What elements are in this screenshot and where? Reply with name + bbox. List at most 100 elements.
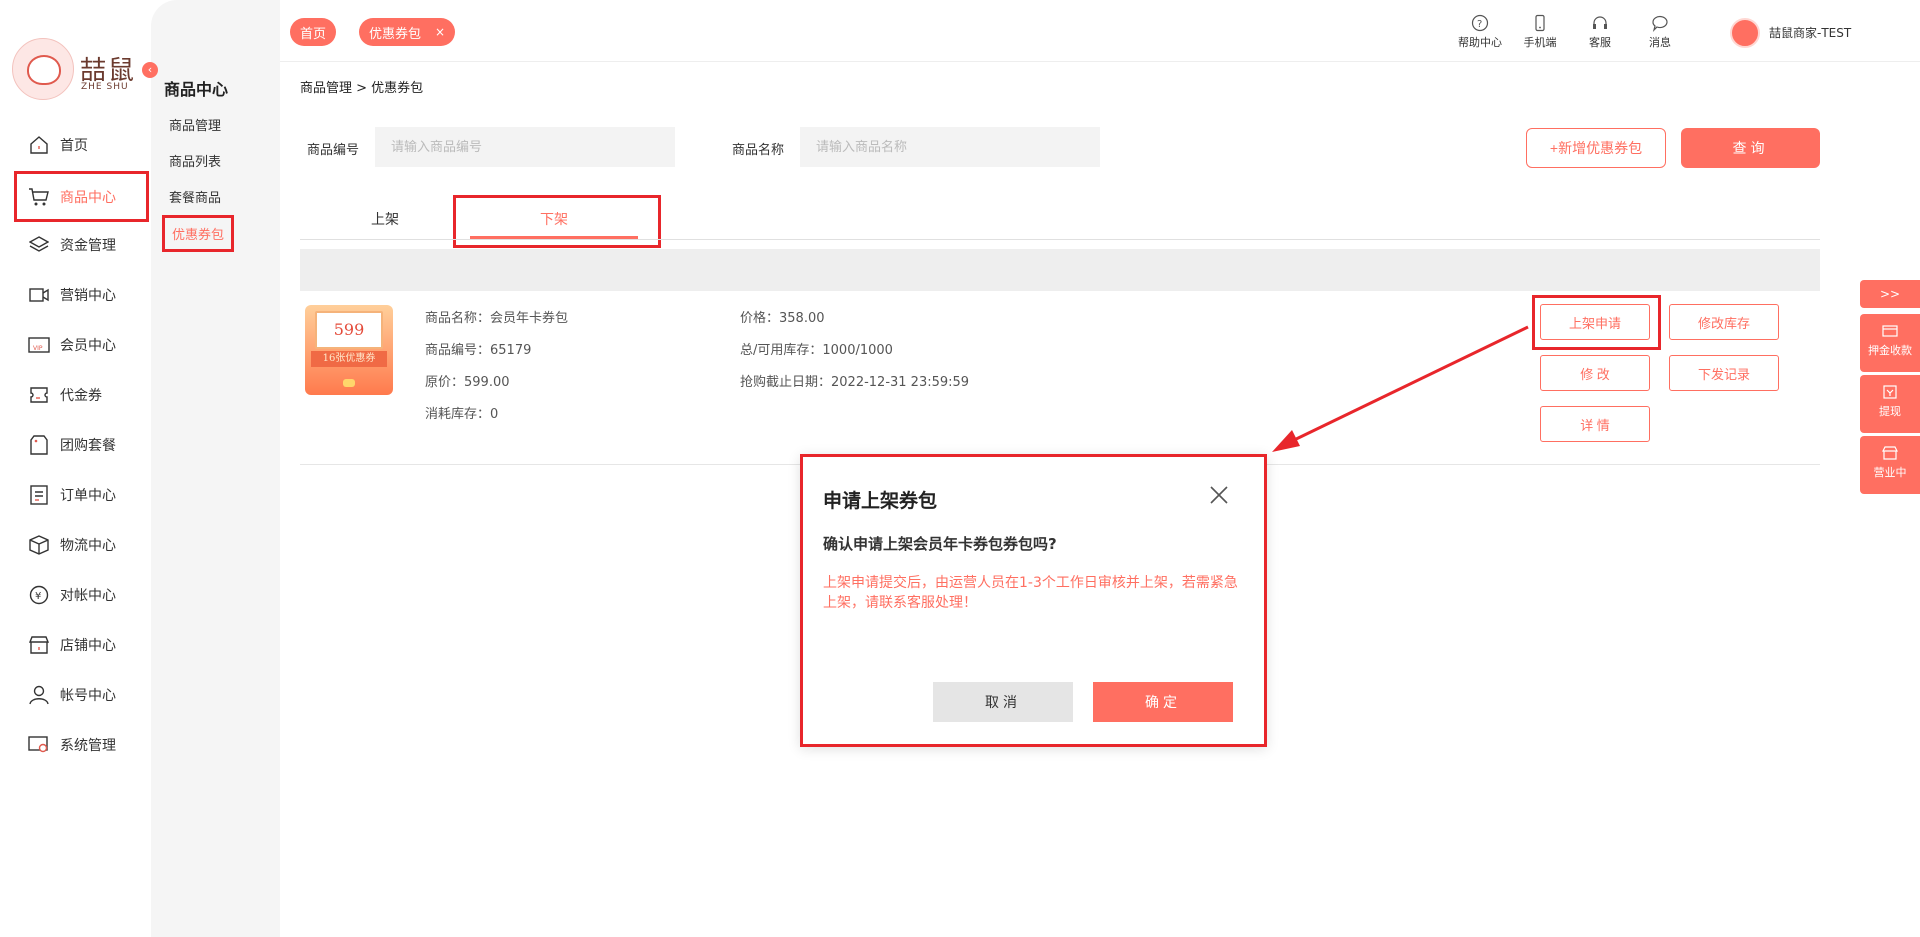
add-coupon-pack-button[interactable]: +新增优惠券包	[1526, 128, 1666, 168]
breadcrumb: 商品管理 > 优惠券包	[300, 81, 424, 96]
tab-on-shelf[interactable]: 上架	[350, 200, 420, 238]
card-icon	[1882, 324, 1898, 338]
headset-icon	[1591, 14, 1609, 32]
avatar[interactable]	[1730, 18, 1760, 48]
top-bar: 首页 优惠券包 × ? 帮助中心 手机端 客服 消息 喆鼠商家-TEST	[280, 0, 1920, 62]
sidebar-item-label: 团购套餐	[60, 438, 116, 454]
tab-divider	[300, 239, 1820, 240]
close-icon[interactable]: ×	[435, 25, 445, 39]
sidebar-item-funds[interactable]: 资金管理	[14, 221, 149, 269]
sidebar-item-logistics[interactable]: 物流中心	[14, 521, 149, 569]
sidebar-item-reconciliation[interactable]: ¥ 对帐中心	[14, 571, 149, 619]
thumb-decoration	[343, 379, 355, 387]
apply-listing-dialog: 申请上架券包 确认申请上架会员年卡券包券包吗? 上架申请提交后，由运营人员在1-…	[800, 454, 1267, 747]
settings-screen-icon	[28, 734, 50, 756]
svg-text:¥: ¥	[35, 591, 41, 602]
user-name[interactable]: 喆鼠商家-TEST	[1769, 24, 1851, 41]
box-icon	[28, 534, 50, 556]
tab-off-shelf[interactable]: 下架	[470, 200, 638, 238]
query-button[interactable]: 查询	[1681, 128, 1820, 168]
submenu: 商品中心 商品管理 商品列表 套餐商品 优惠券包	[151, 0, 280, 937]
submenu-item-product-list[interactable]: 商品列表	[161, 143, 229, 177]
sidebar-item-label: 营销中心	[60, 288, 116, 304]
withdraw-button[interactable]: 提现	[1860, 375, 1920, 433]
help-center-button[interactable]: ? 帮助中心	[1450, 14, 1510, 50]
product-consumed-stock: 消耗库存：0	[425, 407, 499, 422]
action-label: 消息	[1649, 36, 1671, 49]
edit-button[interactable]: 修 改	[1540, 355, 1650, 391]
product-code: 商品编号：65179	[425, 343, 532, 358]
megaphone-icon	[28, 284, 50, 306]
submenu-item-package-products[interactable]: 套餐商品	[161, 179, 229, 213]
cancel-button[interactable]: 取消	[933, 682, 1073, 722]
product-code-input[interactable]	[375, 127, 675, 167]
dialog-title: 申请上架券包	[823, 490, 938, 512]
yuan-icon: ¥	[28, 584, 50, 606]
sidebar-item-label: 首页	[60, 138, 88, 154]
detail-button[interactable]: 详 情	[1540, 406, 1650, 442]
confirm-button[interactable]: 确定	[1093, 682, 1233, 722]
float-panel-expand-button[interactable]: >>	[1860, 280, 1920, 308]
deposit-collection-button[interactable]: 押金收款	[1860, 314, 1920, 372]
thumb-caption: 16张优惠券	[311, 351, 387, 367]
phone-icon	[1531, 14, 1549, 32]
withdraw-icon	[1882, 385, 1898, 399]
submenu-item-product-management[interactable]: 商品管理	[161, 107, 229, 141]
sidebar-item-home[interactable]: 首页	[14, 121, 149, 169]
chevron-left-icon[interactable]: ‹	[142, 62, 158, 78]
apply-listing-button[interactable]: 上架申请	[1540, 304, 1650, 340]
order-list-icon	[28, 484, 50, 506]
product-price: 价格：358.00	[740, 311, 825, 326]
thumb-price: 599	[315, 311, 383, 349]
customer-service-button[interactable]: 客服	[1570, 14, 1630, 50]
action-label: 手机端	[1523, 36, 1557, 49]
business-status-button[interactable]: 营业中	[1860, 436, 1920, 494]
sidebar-item-label: 资金管理	[60, 238, 116, 254]
messages-button[interactable]: 消息	[1630, 14, 1690, 50]
submenu-item-coupon-packs[interactable]: 优惠券包	[162, 215, 235, 252]
sidebar-item-label: 订单中心	[60, 488, 116, 504]
submenu-title: 商品中心	[164, 80, 229, 99]
logo-mascot-icon	[12, 38, 74, 100]
shop-open-icon	[1882, 446, 1898, 460]
product-name-input[interactable]	[800, 127, 1100, 167]
mobile-button[interactable]: 手机端	[1510, 14, 1570, 50]
float-item-label: 提现	[1879, 405, 1901, 418]
tag-icon	[28, 434, 50, 456]
tab-label: 首页	[300, 26, 327, 42]
cart-icon	[28, 186, 50, 208]
sidebar-item-label: 帐号中心	[60, 688, 116, 704]
sidebar-item-label: 物流中心	[60, 538, 116, 554]
sidebar-item-system[interactable]: 系统管理	[14, 721, 149, 769]
dialog-question: 确认申请上架会员年卡券包券包吗?	[823, 535, 1057, 553]
sidebar-item-product-center[interactable]: 商品中心	[14, 171, 149, 222]
edit-stock-button[interactable]: 修改库存	[1669, 304, 1779, 340]
sidebar-item-account[interactable]: 帐号中心	[14, 671, 149, 719]
store-icon	[28, 634, 50, 656]
close-icon[interactable]	[1207, 483, 1231, 507]
product-thumbnail: 599 16张优惠券	[305, 305, 393, 395]
sidebar-item-label: 店铺中心	[60, 638, 116, 654]
sidebar-item-vouchers[interactable]: 代金券	[14, 371, 149, 419]
tab-home[interactable]: 首页	[290, 18, 337, 46]
product-stock: 总/可用库存：1000/1000	[740, 343, 893, 358]
dispatch-log-button[interactable]: 下发记录	[1669, 355, 1779, 391]
dialog-note: 上架申请提交后，由运营人员在1-3个工作日审核并上架，若需紧急上架，请联系客服处…	[823, 575, 1238, 611]
help-icon: ?	[1471, 14, 1489, 32]
brand-logo: 喆鼠 ZHE SHU	[12, 38, 142, 102]
home-icon	[28, 134, 50, 156]
message-icon	[1651, 14, 1669, 32]
sidebar-item-orders[interactable]: 订单中心	[14, 471, 149, 519]
svg-text:?: ?	[1477, 19, 1482, 30]
sidebar-item-group-buy[interactable]: 团购套餐	[14, 421, 149, 469]
sidebar-item-members[interactable]: VIP 会员中心	[14, 321, 149, 369]
sidebar-item-marketing[interactable]: 营销中心	[14, 271, 149, 319]
tab-label: 优惠券包	[369, 26, 422, 42]
vip-card-icon: VIP	[28, 334, 50, 356]
tab-coupon-packs[interactable]: 优惠券包 ×	[359, 18, 456, 46]
float-item-label: 押金收款	[1868, 344, 1912, 357]
action-label: 客服	[1589, 36, 1611, 49]
float-item-label: 营业中	[1873, 466, 1907, 479]
user-icon	[28, 684, 50, 706]
sidebar-item-store[interactable]: 店铺中心	[14, 621, 149, 669]
